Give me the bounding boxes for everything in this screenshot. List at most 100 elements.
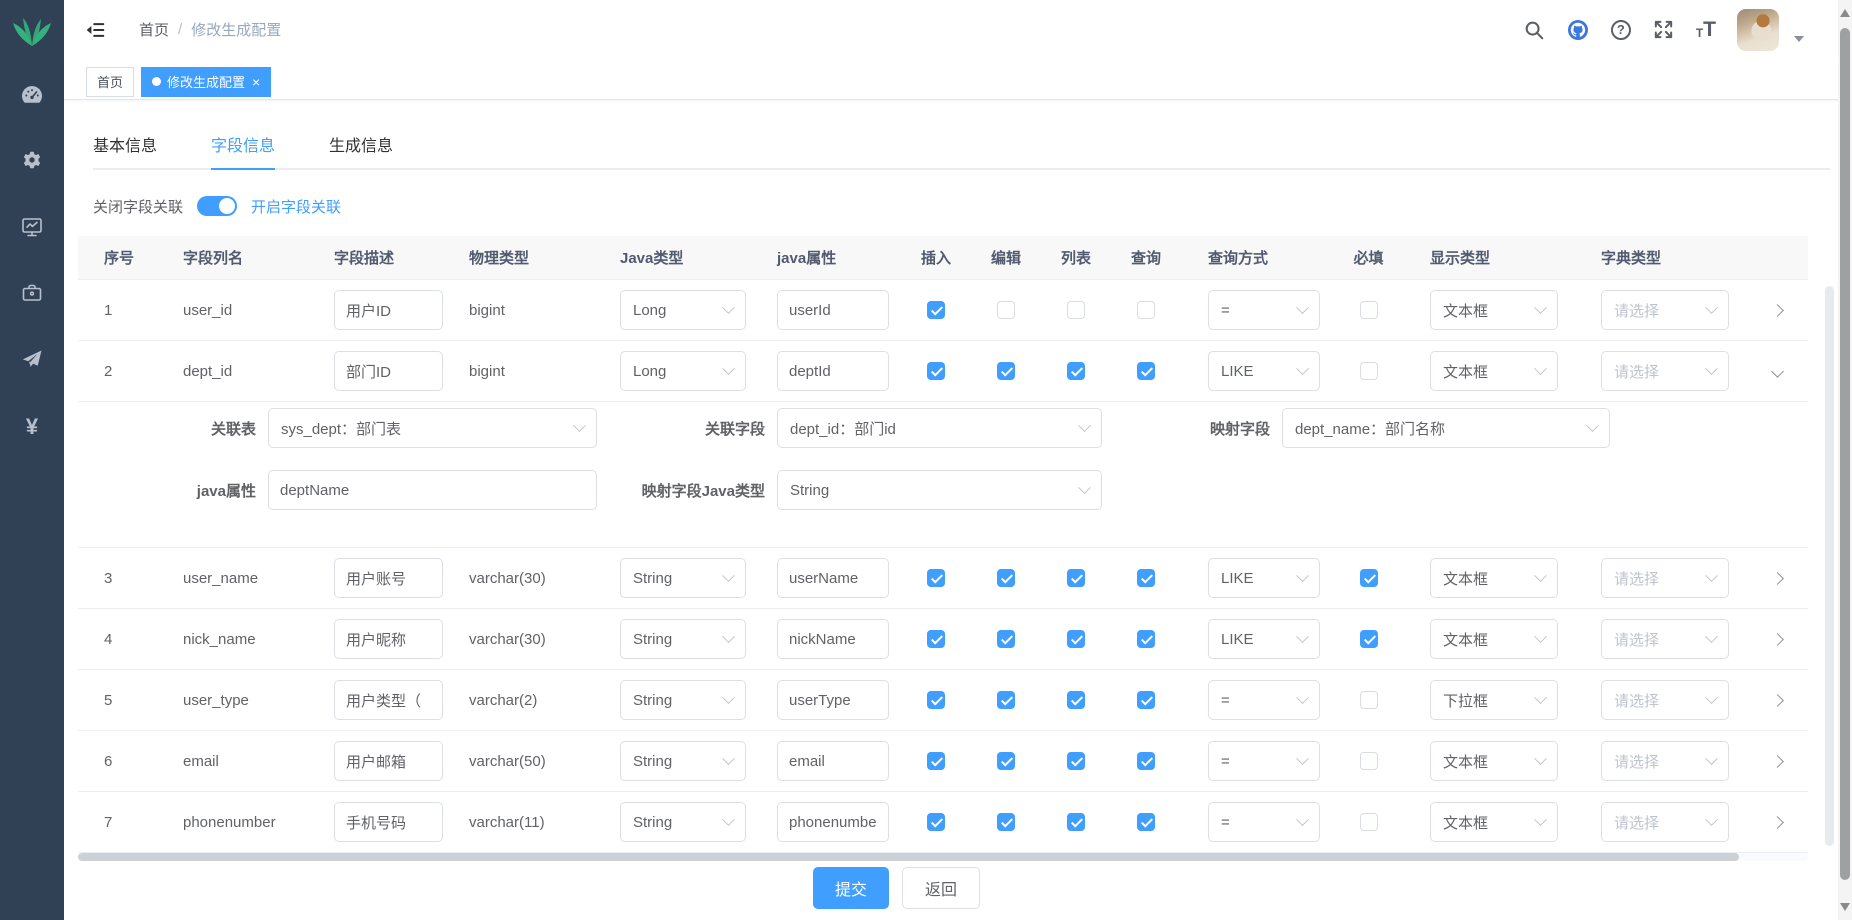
insert-checkbox[interactable] bbox=[927, 630, 945, 648]
java-attr-input[interactable] bbox=[777, 558, 889, 598]
row-expand-icon[interactable] bbox=[1771, 694, 1784, 707]
required-checkbox[interactable] bbox=[1360, 301, 1378, 319]
sidebar-item-system-gear[interactable] bbox=[0, 130, 64, 196]
submit-button[interactable]: 提交 bbox=[813, 867, 889, 909]
horizontal-scroll-thumb[interactable] bbox=[78, 853, 1739, 861]
dict-type-select[interactable]: 请选择 bbox=[1601, 741, 1729, 781]
relation-select[interactable]: dept_id：部门id bbox=[777, 408, 1102, 448]
list-checkbox[interactable] bbox=[1067, 301, 1085, 319]
insert-checkbox[interactable] bbox=[927, 569, 945, 587]
row-expand-icon[interactable] bbox=[1771, 816, 1784, 829]
list-checkbox[interactable] bbox=[1067, 813, 1085, 831]
field-desc-input[interactable] bbox=[334, 802, 443, 842]
java-attr-input[interactable] bbox=[777, 802, 889, 842]
field-desc-input[interactable] bbox=[334, 290, 443, 330]
edit-checkbox[interactable] bbox=[997, 691, 1015, 709]
required-checkbox[interactable] bbox=[1360, 752, 1378, 770]
edit-checkbox[interactable] bbox=[997, 301, 1015, 319]
java-attr-input[interactable] bbox=[777, 741, 889, 781]
page-scrollbar[interactable] bbox=[1838, 0, 1852, 920]
font-size-icon[interactable]: TT bbox=[1696, 20, 1716, 40]
list-checkbox[interactable] bbox=[1067, 569, 1085, 587]
java-type-select[interactable]: Long bbox=[620, 351, 746, 391]
field-desc-input[interactable] bbox=[334, 680, 443, 720]
query-type-select[interactable]: LIKE bbox=[1208, 619, 1320, 659]
scroll-up-arrow-icon[interactable] bbox=[1840, 9, 1850, 17]
list-checkbox[interactable] bbox=[1067, 691, 1085, 709]
query-type-select[interactable]: = bbox=[1208, 802, 1320, 842]
java-attr-input[interactable] bbox=[777, 290, 889, 330]
display-type-select[interactable]: 文本框 bbox=[1430, 619, 1558, 659]
avatar[interactable] bbox=[1737, 9, 1779, 51]
query-type-select[interactable]: LIKE bbox=[1208, 558, 1320, 598]
list-checkbox[interactable] bbox=[1067, 630, 1085, 648]
insert-checkbox[interactable] bbox=[927, 813, 945, 831]
dict-type-select[interactable]: 请选择 bbox=[1601, 619, 1729, 659]
java-type-select[interactable]: String bbox=[620, 680, 746, 720]
sidebar-item-dashboard-gauge[interactable] bbox=[0, 64, 64, 130]
java-type-select[interactable]: String bbox=[620, 802, 746, 842]
tag-close-icon[interactable]: × bbox=[252, 74, 260, 90]
insert-checkbox[interactable] bbox=[927, 301, 945, 319]
required-checkbox[interactable] bbox=[1360, 630, 1378, 648]
dict-type-select[interactable]: 请选择 bbox=[1601, 351, 1729, 391]
display-type-select[interactable]: 文本框 bbox=[1430, 351, 1558, 391]
query-checkbox[interactable] bbox=[1137, 362, 1155, 380]
sidebar-item-paper-plane[interactable] bbox=[0, 328, 64, 394]
query-checkbox[interactable] bbox=[1137, 301, 1155, 319]
fullscreen-icon[interactable] bbox=[1652, 18, 1675, 41]
relation-select[interactable]: sys_dept：部门表 bbox=[268, 408, 597, 448]
tab-basic-info[interactable]: 基本信息 bbox=[93, 124, 157, 168]
tag-home[interactable]: 首页 bbox=[86, 67, 134, 97]
breadcrumb-home[interactable]: 首页 bbox=[139, 19, 169, 40]
field-desc-input[interactable] bbox=[334, 558, 443, 598]
java-type-select[interactable]: String bbox=[620, 558, 746, 598]
display-type-select[interactable]: 文本框 bbox=[1430, 741, 1558, 781]
back-button[interactable]: 返回 bbox=[902, 867, 980, 909]
list-checkbox[interactable] bbox=[1067, 362, 1085, 380]
field-desc-input[interactable] bbox=[334, 351, 443, 391]
query-checkbox[interactable] bbox=[1137, 752, 1155, 770]
help-icon[interactable]: ? bbox=[1611, 20, 1631, 40]
sidebar-item-toolbox[interactable] bbox=[0, 262, 64, 328]
edit-checkbox[interactable] bbox=[997, 362, 1015, 380]
display-type-select[interactable]: 文本框 bbox=[1430, 802, 1558, 842]
java-attr-input[interactable] bbox=[777, 351, 889, 391]
edit-checkbox[interactable] bbox=[997, 569, 1015, 587]
tag-active[interactable]: 修改生成配置 × bbox=[141, 67, 271, 97]
search-icon[interactable] bbox=[1523, 19, 1545, 41]
required-checkbox[interactable] bbox=[1360, 569, 1378, 587]
java-attr-input[interactable] bbox=[777, 619, 889, 659]
display-type-select[interactable]: 下拉框 bbox=[1430, 680, 1558, 720]
tab-field-info[interactable]: 字段信息 bbox=[211, 124, 275, 168]
edit-checkbox[interactable] bbox=[997, 752, 1015, 770]
query-checkbox[interactable] bbox=[1137, 569, 1155, 587]
query-type-select[interactable]: = bbox=[1208, 680, 1320, 720]
java-type-select[interactable]: Long bbox=[620, 290, 746, 330]
dict-type-select[interactable]: 请选择 bbox=[1601, 680, 1729, 720]
query-checkbox[interactable] bbox=[1137, 691, 1155, 709]
dict-type-select[interactable]: 请选择 bbox=[1601, 802, 1729, 842]
list-checkbox[interactable] bbox=[1067, 752, 1085, 770]
edit-checkbox[interactable] bbox=[997, 630, 1015, 648]
insert-checkbox[interactable] bbox=[927, 362, 945, 380]
row-expand-icon[interactable] bbox=[1771, 633, 1784, 646]
sidebar-item-monitor-chart[interactable] bbox=[0, 196, 64, 262]
java-type-select[interactable]: String bbox=[620, 741, 746, 781]
row-expand-icon[interactable] bbox=[1771, 755, 1784, 768]
query-type-select[interactable]: LIKE bbox=[1208, 351, 1320, 391]
required-checkbox[interactable] bbox=[1360, 691, 1378, 709]
java-type-select[interactable]: String bbox=[620, 619, 746, 659]
page-scroll-thumb[interactable] bbox=[1840, 28, 1850, 880]
github-icon[interactable] bbox=[1566, 18, 1590, 42]
java-attr-input[interactable] bbox=[777, 680, 889, 720]
query-type-select[interactable]: = bbox=[1208, 290, 1320, 330]
relation-toggle[interactable] bbox=[197, 196, 237, 216]
query-type-select[interactable]: = bbox=[1208, 741, 1320, 781]
edit-checkbox[interactable] bbox=[997, 813, 1015, 831]
query-checkbox[interactable] bbox=[1137, 630, 1155, 648]
tab-generate-info[interactable]: 生成信息 bbox=[329, 124, 393, 168]
dict-type-select[interactable]: 请选择 bbox=[1601, 290, 1729, 330]
display-type-select[interactable]: 文本框 bbox=[1430, 558, 1558, 598]
display-type-select[interactable]: 文本框 bbox=[1430, 290, 1558, 330]
